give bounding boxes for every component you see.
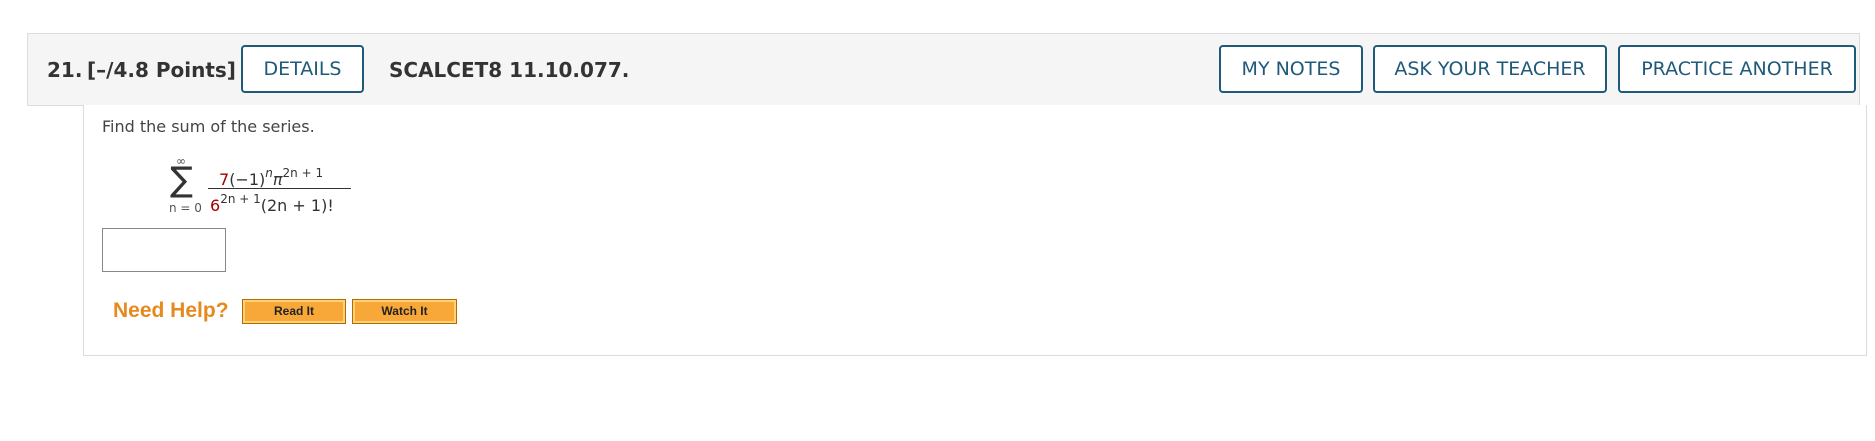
sigma-symbol: ∑ <box>170 160 193 200</box>
question-prompt: Find the sum of the series. <box>102 117 315 136</box>
need-help-label: Need Help? <box>113 299 229 322</box>
fraction-numerator: 7(−1)nπ2n + 1 <box>219 166 323 189</box>
numerator-exponent-n: n <box>265 166 273 180</box>
practice-another-button[interactable]: PRACTICE ANOTHER <box>1618 45 1856 93</box>
sigma-lower-limit: n = 0 <box>169 201 202 215</box>
answer-input[interactable] <box>102 228 226 272</box>
ask-your-teacher-button[interactable]: ASK YOUR TEACHER <box>1373 45 1607 93</box>
question-header: 21. [–/4.8 Points] DETAILS SCALCET8 11.1… <box>27 33 1860 106</box>
numerator-coefficient: 7 <box>219 170 230 189</box>
question-body: Find the sum of the series. ∞ ∑ n = 0 7(… <box>83 105 1867 356</box>
question-points: [–/4.8 Points] <box>87 58 236 82</box>
fraction-bar <box>208 188 351 189</box>
watch-it-button[interactable]: Watch It <box>352 299 457 324</box>
numerator-exponent-pi: 2n + 1 <box>282 166 324 180</box>
read-it-button[interactable]: Read It <box>242 299 346 324</box>
details-button[interactable]: DETAILS <box>241 45 364 93</box>
denominator-base: 6 <box>210 196 221 215</box>
denominator-factorial: (2n + 1)! <box>260 196 334 215</box>
denominator-exponent: 2n + 1 <box>220 192 261 206</box>
numerator-paren: (−1) <box>229 170 266 189</box>
question-number: 21. <box>47 58 83 82</box>
my-notes-button[interactable]: MY NOTES <box>1219 45 1363 93</box>
fraction-denominator: 62n + 1(2n + 1)! <box>210 192 334 215</box>
numerator-pi: π <box>272 170 283 189</box>
question-code: SCALCET8 11.10.077. <box>389 58 630 82</box>
